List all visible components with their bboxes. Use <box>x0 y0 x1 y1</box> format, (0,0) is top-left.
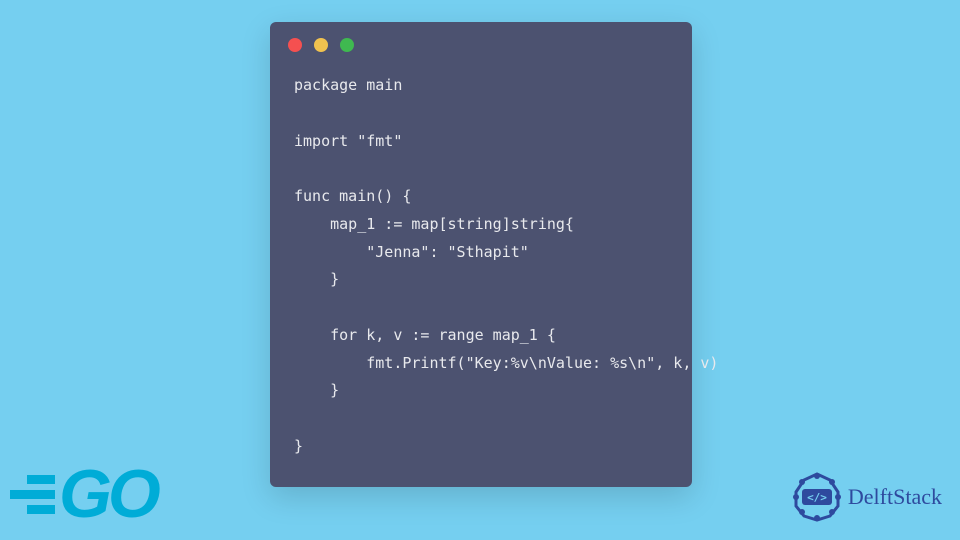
go-logo: GO <box>10 460 157 528</box>
delftstack-text: DelftStack <box>848 484 942 510</box>
code-line: func main() { <box>294 187 411 205</box>
code-window: package main import "fmt" func main() { … <box>270 22 692 487</box>
code-line: for k, v := range map_1 { <box>294 326 556 344</box>
svg-text:</>: </> <box>807 491 827 504</box>
close-icon[interactable] <box>288 38 302 52</box>
code-line: } <box>294 270 339 288</box>
code-block: package main import "fmt" func main() { … <box>270 60 692 473</box>
code-line: import "fmt" <box>294 132 402 150</box>
go-logo-text: GO <box>59 460 157 528</box>
code-line: map_1 := map[string]string{ <box>294 215 574 233</box>
minimize-icon[interactable] <box>314 38 328 52</box>
code-line: } <box>294 381 339 399</box>
code-line: fmt.Printf("Key:%v\nValue: %s\n", k, v) <box>294 354 718 372</box>
delftstack-logo: </> DelftStack <box>792 472 942 522</box>
maximize-icon[interactable] <box>340 38 354 52</box>
code-line: "Jenna": "Sthapit" <box>294 243 529 261</box>
go-speed-lines-icon <box>10 475 55 514</box>
code-line: } <box>294 437 303 455</box>
code-line: package main <box>294 76 402 94</box>
window-controls <box>270 22 692 60</box>
delftstack-badge-icon: </> <box>792 472 842 522</box>
